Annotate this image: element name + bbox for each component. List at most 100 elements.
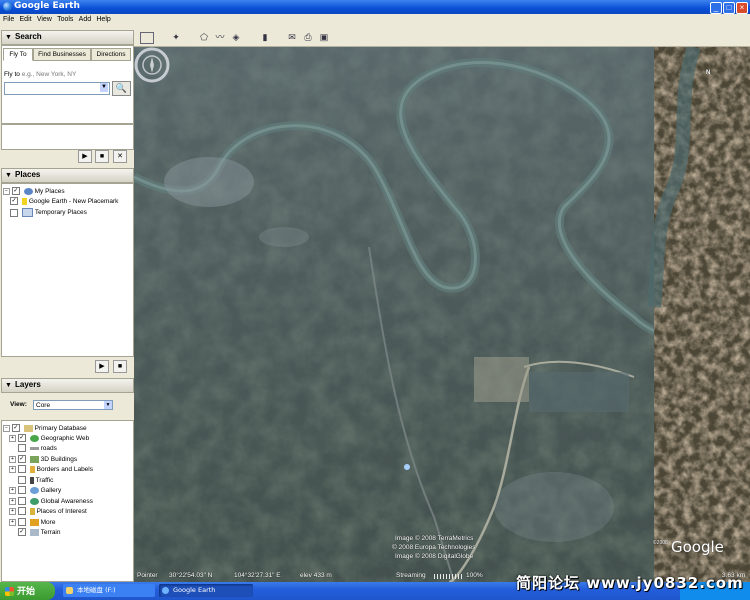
expand-icon[interactable]: +	[9, 507, 16, 515]
layer-label: Places of Interest	[36, 508, 87, 515]
layers-panel-header[interactable]: ▼ Layers	[1, 378, 134, 393]
tree-item-placemark[interactable]: ✓ Google Earth - New Placemark	[10, 197, 118, 207]
checkbox[interactable]: ✓	[17, 455, 26, 464]
tree-item-temporary-places[interactable]: Temporary Places	[10, 208, 87, 218]
maximize-button[interactable]: □	[723, 2, 735, 14]
layers-view-select[interactable]: Core	[33, 400, 113, 410]
toolbar: ✦ ⬠ 〰 ◈ ▮ ✉ ⎙ ▣	[134, 28, 750, 47]
layer-borders-labels[interactable]: + Borders and Labels	[9, 465, 93, 475]
layer-global-awareness[interactable]: + Global Awareness	[9, 497, 93, 507]
checkbox[interactable]: ✓	[17, 528, 26, 537]
elevation-readout: elev 433 m	[300, 572, 332, 579]
menu-add[interactable]: Add	[79, 14, 91, 26]
close-button[interactable]: ×	[736, 2, 748, 14]
checkbox[interactable]: ✓	[11, 187, 20, 196]
taskbar-label: Google Earth	[173, 586, 216, 594]
expand-icon[interactable]: +	[9, 497, 16, 505]
play-tour-button[interactable]: ▶	[95, 360, 109, 373]
tab-fly-to[interactable]: Fly To	[3, 48, 33, 61]
terrain-icon	[29, 528, 39, 536]
layer-primary-database[interactable]: − ✓ Primary Database	[3, 424, 87, 434]
menu-help[interactable]: Help	[96, 14, 110, 26]
collapse-icon[interactable]: −	[3, 187, 10, 195]
expand-icon[interactable]: +	[9, 518, 16, 526]
path-icon[interactable]: 〰	[214, 31, 226, 43]
menu-tools[interactable]: Tools	[57, 14, 73, 26]
checkbox[interactable]	[17, 444, 26, 453]
checkbox[interactable]	[17, 518, 26, 527]
layer-places-of-interest[interactable]: + Places of Interest	[9, 507, 87, 517]
menu-edit[interactable]: Edit	[20, 14, 32, 26]
compass-icon[interactable]	[134, 47, 170, 83]
checkbox[interactable]: ✓	[11, 424, 20, 433]
windows-logo-icon	[5, 587, 14, 597]
fly-to-text: Fly to	[4, 71, 20, 78]
image-credit: Image © 2008 DigitalGlobe	[395, 553, 474, 560]
stop-tour-button[interactable]: ■	[95, 150, 109, 163]
tab-find-businesses[interactable]: Find Businesses	[33, 48, 91, 61]
print-icon[interactable]: ⎙	[302, 31, 314, 43]
minimize-button[interactable]: _	[710, 2, 722, 14]
search-button[interactable]: 🔍	[112, 81, 131, 96]
map-view[interactable]: N Image © 2008 TerraMetrics © 2008 Europ…	[134, 47, 750, 582]
tab-directions[interactable]: Directions	[91, 48, 131, 61]
image-credit: © 2008 Europa Technologies	[392, 544, 476, 551]
clear-search-button[interactable]: ✕	[113, 150, 127, 163]
placemark-icon[interactable]: ✦	[170, 31, 182, 43]
checkbox[interactable]	[17, 476, 26, 485]
layer-label: More	[40, 519, 56, 526]
places-panel-header[interactable]: ▼ Places	[1, 168, 134, 183]
checkbox[interactable]	[17, 497, 26, 506]
folder-icon	[66, 587, 73, 594]
layer-label: Primary Database	[34, 425, 87, 432]
building-icon	[29, 455, 39, 463]
tree-label: Temporary Places	[34, 209, 87, 217]
sidebar-toggle-icon[interactable]	[140, 32, 154, 44]
fly-to-label: Fly to e.g., New York, NY	[4, 71, 76, 78]
stop-tour-button[interactable]: ■	[113, 360, 127, 373]
fly-to-input[interactable]	[4, 82, 110, 95]
pushpin-icon	[29, 507, 35, 515]
layer-more[interactable]: + More	[9, 518, 55, 528]
pushpin-icon	[21, 197, 27, 205]
ruler-icon[interactable]: ▮	[259, 31, 271, 43]
expand-icon[interactable]: +	[9, 434, 16, 442]
layer-traffic[interactable]: Traffic	[9, 476, 53, 486]
checkbox[interactable]	[17, 486, 26, 495]
search-icon: 🔍	[115, 83, 128, 93]
checkbox[interactable]: ✓	[10, 197, 18, 206]
expand-icon[interactable]: +	[9, 465, 16, 473]
play-tour-button[interactable]: ▶	[78, 150, 92, 163]
history-dropdown-icon[interactable]: ▼	[100, 83, 108, 92]
layer-terrain[interactable]: ✓ Terrain	[9, 528, 61, 538]
layers-header-label: Layers	[15, 380, 41, 389]
layer-roads[interactable]: roads	[9, 444, 57, 454]
image-overlay-icon[interactable]: ◈	[230, 31, 242, 43]
tree-item-my-places[interactable]: − ✓ My Places	[3, 187, 65, 197]
layer-gallery[interactable]: + Gallery	[9, 486, 61, 496]
taskbar-item-disk[interactable]: 本地磁盘 (F:)	[63, 584, 155, 597]
folder-icon	[29, 518, 39, 526]
search-panel-header[interactable]: ▼ Search	[1, 30, 134, 45]
expand-icon[interactable]: +	[9, 486, 16, 494]
menu-file[interactable]: File	[3, 14, 14, 26]
menu-view[interactable]: View	[37, 14, 52, 26]
collapse-triangle-icon: ▼	[5, 382, 12, 389]
expand-icon[interactable]: +	[9, 455, 16, 463]
traffic-light-icon	[29, 476, 34, 484]
chevron-down-icon[interactable]: ▼	[104, 401, 112, 409]
collapse-icon[interactable]: −	[3, 424, 10, 432]
google-earth-icon	[3, 2, 12, 11]
layer-3d-buildings[interactable]: + ✓ 3D Buildings	[9, 455, 77, 465]
checkbox[interactable]	[10, 208, 18, 217]
checkbox[interactable]	[17, 507, 26, 516]
start-button[interactable]: 开始	[0, 582, 55, 600]
polygon-icon[interactable]: ⬠	[198, 31, 210, 43]
google-maps-icon[interactable]: ▣	[318, 31, 330, 43]
layer-geographic-web[interactable]: + ✓ Geographic Web	[9, 434, 89, 444]
email-icon[interactable]: ✉	[286, 31, 298, 43]
checkbox[interactable]	[17, 465, 26, 474]
taskbar-item-google-earth[interactable]: Google Earth	[159, 584, 253, 597]
flag-icon	[29, 465, 35, 473]
checkbox[interactable]: ✓	[17, 434, 26, 443]
